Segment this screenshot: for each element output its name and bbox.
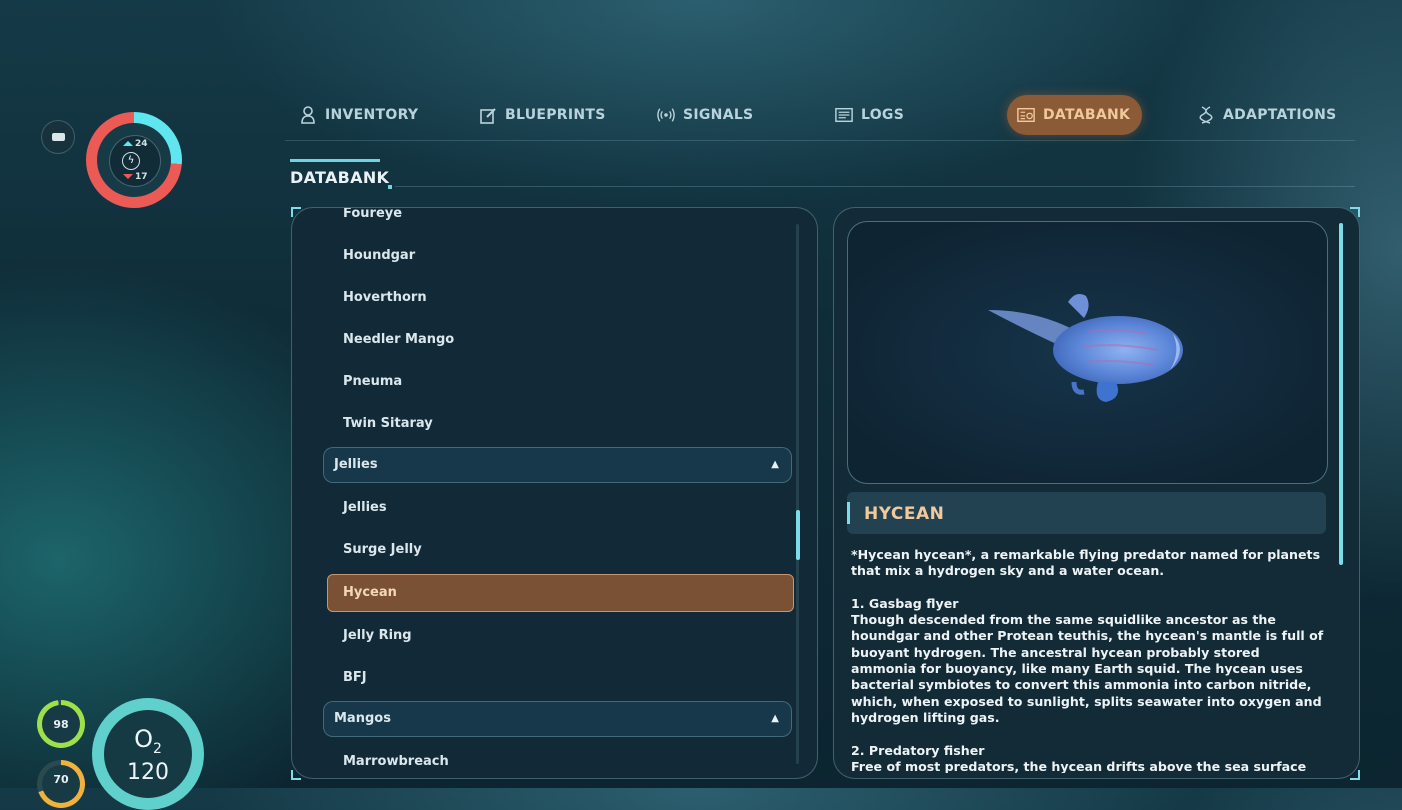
title-accent xyxy=(290,159,380,162)
health-value: 98 xyxy=(42,705,80,743)
category-mangos[interactable]: Mangos ▲ xyxy=(323,701,792,737)
tab-signals[interactable]: SIGNALS xyxy=(657,95,753,135)
chevron-up-icon: ▲ xyxy=(771,713,779,724)
list-item[interactable]: Jelly Ring xyxy=(292,615,817,657)
creature-name-bar: HYCEAN xyxy=(847,492,1326,534)
category-jellies[interactable]: Jellies ▲ xyxy=(323,447,792,483)
list-item[interactable]: BFJ xyxy=(292,657,817,699)
list-item[interactable]: Needler Mango xyxy=(292,319,817,361)
battery-icon xyxy=(51,133,65,141)
tab-adaptations[interactable]: ADAPTATIONS xyxy=(1197,95,1337,135)
category-label: Mangos xyxy=(334,711,391,726)
creature-viewer[interactable] xyxy=(847,221,1328,484)
description-paragraph: 2. Predatory fisher Free of most predato… xyxy=(851,742,1307,773)
document-icon xyxy=(835,106,853,124)
battery-indicator xyxy=(41,120,75,154)
oxygen-label: O2 xyxy=(134,725,162,757)
food-value: 70 xyxy=(42,765,80,803)
list-item[interactable]: Surge Jelly xyxy=(292,529,817,571)
top-tab-bar: INVENTORY BLUEPRINTS SIGNALS LOGS DATABA… xyxy=(285,90,1355,141)
tab-label: ADAPTATIONS xyxy=(1223,107,1337,123)
list-item[interactable]: Jellies xyxy=(292,487,817,529)
tab-databank[interactable]: DATABANK xyxy=(1007,95,1143,135)
arrow-up-icon xyxy=(123,141,133,146)
list-item[interactable]: Houndgar xyxy=(292,235,817,277)
oxygen-value: 120 xyxy=(127,759,169,785)
category-label: Jellies xyxy=(334,457,378,472)
list-item[interactable]: Pneuma xyxy=(292,361,817,403)
tab-label: SIGNALS xyxy=(683,107,754,123)
tab-logs[interactable]: LOGS xyxy=(835,95,904,135)
tab-label: DATABANK xyxy=(1043,107,1131,123)
list-item[interactable]: Hoverthorn xyxy=(292,277,817,319)
database-icon xyxy=(1017,106,1035,124)
oxygen-gauge: O2 120 xyxy=(92,698,204,810)
creature-description: *Hycean hycean*, a remarkable flying pre… xyxy=(851,547,1329,773)
description-paragraph: 1. Gasbag flyer Though descended from th… xyxy=(851,595,1324,725)
stat-up-value: 24 xyxy=(135,139,148,149)
list-item-selected[interactable]: Hycean xyxy=(327,574,794,612)
person-icon xyxy=(299,106,317,124)
page-title: DATABANK xyxy=(290,168,390,187)
tab-blueprints[interactable]: BLUEPRINTS xyxy=(479,95,606,135)
tab-label: INVENTORY xyxy=(325,107,419,123)
creature-name: HYCEAN xyxy=(864,504,945,524)
dna-icon xyxy=(1197,106,1215,124)
list-scrollbar-thumb[interactable] xyxy=(796,510,800,560)
hycean-creature-image xyxy=(988,294,1183,402)
signal-icon xyxy=(657,106,675,124)
description-paragraph: *Hycean hycean*, a remarkable flying pre… xyxy=(851,547,1321,579)
list-scrollbar-track[interactable] xyxy=(796,224,799,764)
list-item[interactable]: Marrowbreach xyxy=(292,741,817,778)
arrow-down-icon xyxy=(123,174,133,179)
tab-inventory[interactable]: INVENTORY xyxy=(299,95,418,135)
tab-label: BLUEPRINTS xyxy=(505,107,606,123)
food-gauge: 70 xyxy=(37,760,85,808)
tab-label: LOGS xyxy=(861,107,905,123)
stat-down-value: 17 xyxy=(135,172,148,182)
bolt-icon: ϟ xyxy=(122,152,140,170)
edit-icon xyxy=(479,106,497,124)
list-item[interactable]: Foureye xyxy=(292,208,817,235)
chevron-up-icon: ▲ xyxy=(771,459,779,470)
health-gauge: 98 xyxy=(37,700,85,748)
detail-scrollbar-thumb[interactable] xyxy=(1339,223,1343,565)
databank-list[interactable]: Foureye Houndgar Hoverthorn Needler Mang… xyxy=(291,207,818,779)
power-gauge: 24 ϟ 17 xyxy=(86,112,182,208)
title-divider xyxy=(395,186,1355,187)
title-dot xyxy=(388,185,392,189)
list-item[interactable]: Twin Sitaray xyxy=(292,403,817,445)
